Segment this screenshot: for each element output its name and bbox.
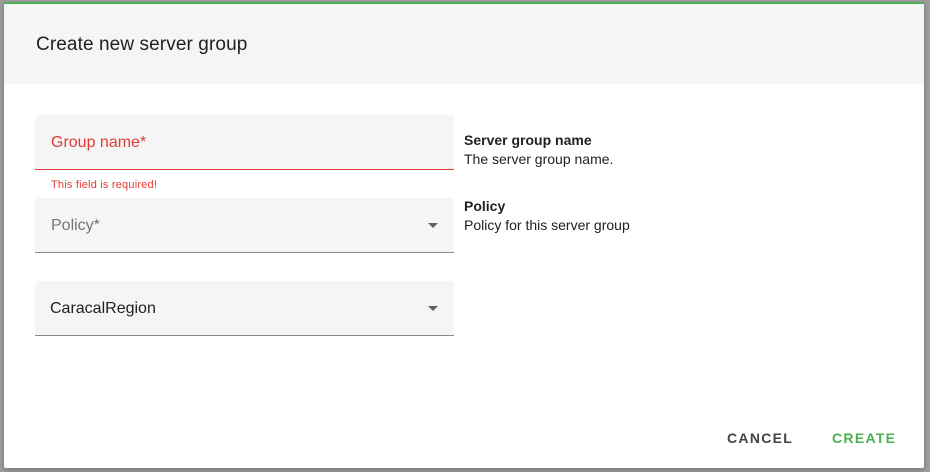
create-button[interactable]: CREATE [832,430,896,446]
chevron-down-icon [428,223,438,228]
group-name-field[interactable]: Group name* [35,115,454,170]
create-server-group-dialog: Create new server group Group name* This… [4,2,924,468]
policy-info-description: Policy for this server group [464,217,630,233]
policy-label: Policy* [51,217,100,234]
group-name-info: Server group name The server group name. [464,132,613,167]
group-name-label: Group name* [51,134,147,151]
region-select[interactable]: CaracalRegion [35,281,454,336]
group-name-info-description: The server group name. [464,151,614,167]
cancel-button[interactable]: CANCEL [727,430,793,446]
dialog-title: Create new server group [36,34,248,55]
dialog-header: Create new server group [4,4,924,84]
policy-info: Policy Policy for this server group [464,198,630,233]
region-value: CaracalRegion [50,300,156,317]
policy-select[interactable]: Policy* [35,198,454,253]
group-name-error: This field is required! [51,179,158,191]
group-name-info-title: Server group name [464,132,592,148]
chevron-down-icon [428,306,438,311]
policy-info-title: Policy [464,198,506,214]
